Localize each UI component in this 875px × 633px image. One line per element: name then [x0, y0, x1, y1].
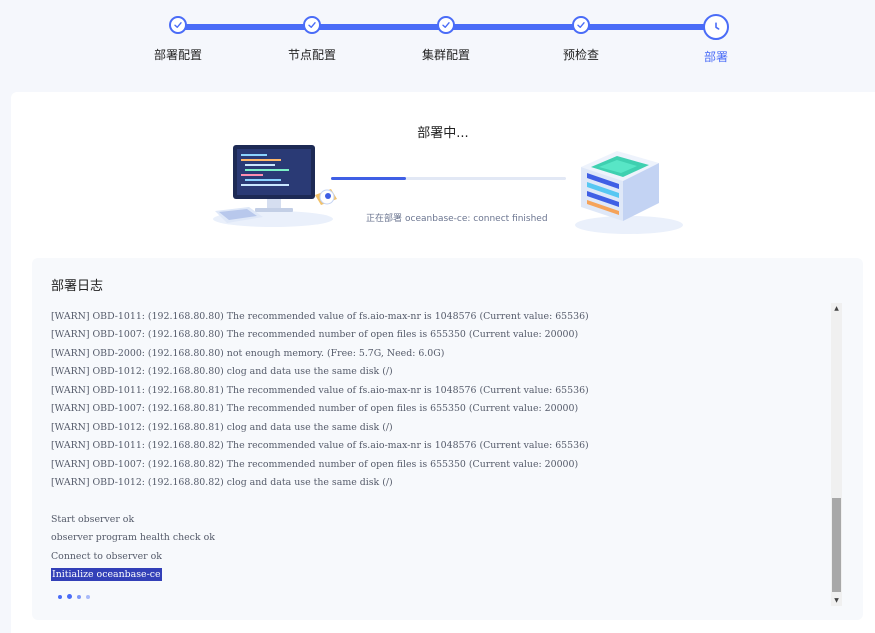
step-label: 节点配置 [287, 48, 336, 62]
loading-dots-icon [58, 594, 90, 599]
check-icon [437, 16, 455, 34]
step-precheck[interactable]: 预检查 [521, 14, 641, 63]
log-line: [WARN] OBD-1011: (192.168.80.82) The rec… [51, 440, 589, 452]
log-line: [WARN] OBD-1011: (192.168.80.80) The rec… [51, 311, 589, 322]
deploy-illustration: 正在部署 oceanbase-ce: connect finished [211, 137, 691, 242]
server-icon [575, 151, 683, 234]
deploy-status-text: oceanbase-ce: connect finished [405, 214, 548, 224]
deploy-status-label: 正在部署 [366, 214, 403, 224]
scroll-thumb[interactable] [832, 498, 841, 592]
check-icon [303, 16, 321, 34]
log-output[interactable]: [WARN] OBD-1011: (192.168.80.80) The rec… [51, 308, 829, 608]
log-line: Connect to observer ok [51, 550, 162, 562]
log-line-blank [51, 492, 829, 510]
log-highlight: Initialize oceanbase-ce [51, 568, 162, 582]
computer-icon [213, 145, 337, 227]
scroll-up-arrow-icon[interactable]: ▲ [831, 303, 842, 314]
log-scrollbar[interactable]: ▲ ▼ [831, 303, 842, 606]
step-label: 集群配置 [421, 48, 470, 62]
check-icon [572, 16, 590, 34]
log-line: [WARN] OBD-1011: (192.168.80.81) The rec… [51, 384, 589, 396]
deploy-status: 正在部署 oceanbase-ce: connect finished [366, 211, 548, 224]
log-line: [WARN] OBD-1012: (192.168.80.80) clog an… [51, 366, 393, 378]
step-deploy[interactable]: 部署 [656, 14, 776, 65]
log-line: [WARN] OBD-1007: (192.168.80.81) The rec… [51, 403, 579, 415]
check-icon [169, 16, 187, 34]
log-line: [WARN] OBD-1012: (192.168.80.81) clog an… [51, 421, 393, 433]
log-line: observer program health check ok [51, 532, 215, 544]
deploy-progress-bar [331, 177, 566, 180]
step-node-config[interactable]: 节点配置 [252, 14, 372, 63]
log-title: 部署日志 [51, 279, 104, 294]
log-line: [WARN] OBD-1007: (192.168.80.82) The rec… [51, 458, 579, 470]
deploy-log-panel: 部署日志 [WARN] OBD-1011: (192.168.80.80) Th… [32, 258, 863, 620]
log-line: [WARN] OBD-1007: (192.168.80.80) The rec… [51, 329, 579, 341]
log-line-highlighted: Initialize oceanbase-ce [51, 566, 829, 584]
log-line: Start observer ok [51, 513, 135, 525]
step-cluster-config[interactable]: 集群配置 [386, 14, 506, 63]
step-deploy-config[interactable]: 部署配置 [118, 14, 238, 63]
deploy-stepper: 部署配置 节点配置 集群配置 预检查 部署 [0, 0, 875, 88]
step-label: 预检查 [562, 48, 599, 62]
step-label: 部署 [703, 50, 728, 64]
clock-icon [703, 14, 729, 40]
log-line: [WARN] OBD-2000: (192.168.80.80) not eno… [51, 347, 445, 359]
deploy-progress-fill [331, 177, 407, 180]
step-label: 部署配置 [153, 48, 202, 62]
scroll-down-arrow-icon[interactable]: ▼ [831, 595, 842, 606]
log-line: [WARN] OBD-1012: (192.168.80.82) clog an… [51, 476, 393, 488]
deploy-card: 部署中... 正在部署 oceanbase-ce: connect finish… [11, 92, 875, 633]
